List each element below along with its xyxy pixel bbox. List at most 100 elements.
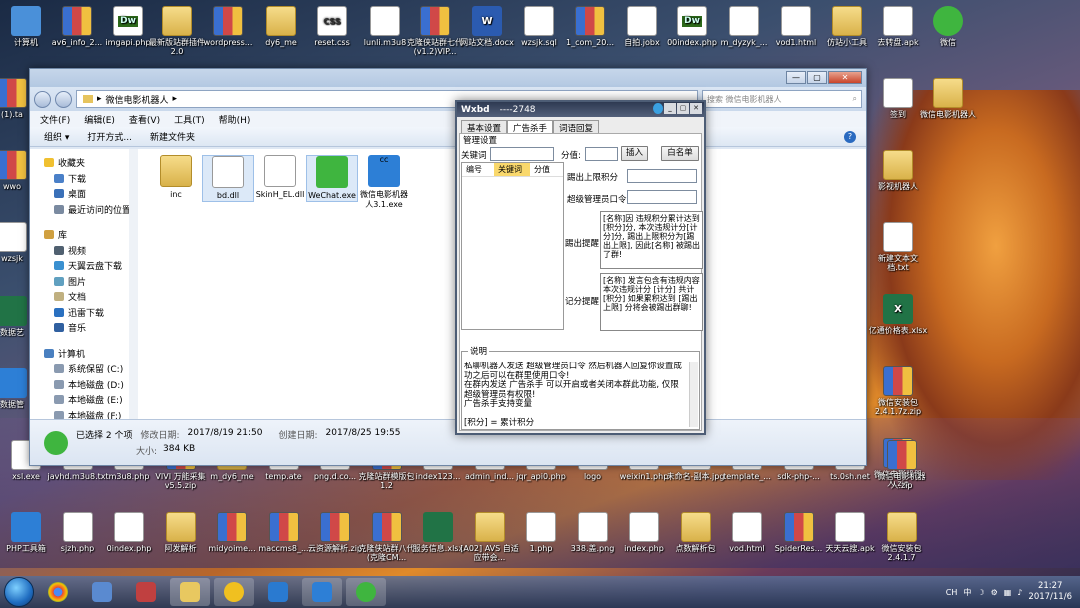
desktop-icon-wechat[interactable]: 微信 bbox=[918, 6, 978, 47]
clock[interactable]: 21:27 2017/11/6 bbox=[1028, 581, 1072, 603]
organize-button[interactable]: 组织 ▾ bbox=[44, 130, 69, 143]
desktop-icon-right[interactable]: X 亿通价格表.xlsx bbox=[868, 294, 928, 335]
close-button[interactable]: ✕ bbox=[828, 71, 862, 84]
keyword-label: 关键词 bbox=[461, 151, 487, 161]
desktop-icon-php[interactable]: Dw 00index.php bbox=[662, 6, 722, 47]
settings-icon[interactable]: ⚙ bbox=[991, 588, 998, 597]
menu-view[interactable]: 查看(V) bbox=[129, 113, 160, 126]
taskbar-app[interactable] bbox=[126, 578, 166, 606]
taskbar-computer[interactable] bbox=[82, 578, 122, 606]
nav-scrollbar[interactable] bbox=[129, 149, 138, 419]
file-item-robot-exe[interactable]: cc 微信电影机器人3.1.exe bbox=[358, 155, 410, 210]
cloud-icon bbox=[54, 261, 64, 271]
nav-item-downloads[interactable]: 下载 bbox=[30, 171, 137, 187]
moon-icon[interactable]: ☽ bbox=[977, 588, 984, 597]
nav-item-videos[interactable]: 视频 bbox=[30, 243, 137, 259]
wxbd-window[interactable]: Wxbd ----2748 _ ▢ ✕ 基本设置 广告杀手 词语回复 管理设置 … bbox=[455, 100, 706, 435]
dll-file-icon bbox=[212, 156, 244, 188]
nav-libraries[interactable]: 库 bbox=[30, 227, 137, 243]
taskbar-qq[interactable] bbox=[214, 578, 254, 606]
chrome-icon bbox=[48, 582, 68, 602]
minimize-button[interactable]: _ bbox=[664, 103, 676, 114]
keyword-input[interactable] bbox=[490, 147, 554, 161]
maximize-button[interactable]: ▢ bbox=[677, 103, 689, 114]
minimize-button[interactable]: — bbox=[786, 71, 806, 84]
back-button[interactable] bbox=[34, 90, 51, 108]
maximize-button[interactable]: ▢ bbox=[807, 71, 827, 84]
menu-file[interactable]: 文件(F) bbox=[40, 113, 70, 126]
nav-item-drive-c[interactable]: 系统保留 (C:) bbox=[30, 361, 137, 377]
nav-item-pictures[interactable]: 图片 bbox=[30, 274, 137, 290]
desktop-icon-zip[interactable]: wordpress... bbox=[198, 6, 258, 47]
nav-item-recent[interactable]: 最近访问的位置 bbox=[30, 202, 137, 218]
kick-limit-input[interactable] bbox=[627, 169, 697, 183]
description-scrollbar[interactable] bbox=[689, 362, 698, 427]
folder-icon bbox=[883, 150, 913, 180]
start-button[interactable] bbox=[4, 577, 34, 607]
nav-favorites[interactable]: 收藏夹 bbox=[30, 155, 137, 171]
desktop-icon[interactable]: 微信安装包2.4.1.7 bbox=[872, 512, 932, 562]
word-icon: W bbox=[472, 6, 502, 36]
file-item-skinh-dll[interactable]: SkinH_EL.dll bbox=[254, 155, 306, 200]
col-keyword[interactable]: 关键词 bbox=[494, 163, 530, 176]
menu-tools[interactable]: 工具(T) bbox=[174, 113, 205, 126]
taskbar-explorer[interactable] bbox=[170, 578, 210, 606]
taskbar-chrome[interactable] bbox=[38, 578, 78, 606]
nav-item-drive-d[interactable]: 本地磁盘 (D:) bbox=[30, 377, 137, 393]
desktop-icon-right[interactable]: 微信安装包2.4.1.7z.zip bbox=[868, 366, 928, 416]
folder-icon bbox=[83, 95, 93, 103]
col-id[interactable]: 编号 bbox=[462, 163, 494, 176]
file-icon bbox=[729, 6, 759, 36]
taskbar-robot[interactable] bbox=[302, 578, 342, 606]
file-item-inc[interactable]: inc bbox=[150, 155, 202, 200]
nav-item-drive-e[interactable]: 本地磁盘 (E:) bbox=[30, 392, 137, 408]
desktop-icon-zip[interactable]: 克隆侠站群七代(v1.2)VIP... bbox=[405, 6, 465, 56]
admin-cmd-input[interactable] bbox=[627, 190, 697, 204]
explorer-window[interactable]: — ▢ ✕ ▸ 微信电影机器人 ▸ 搜索 微信电影机器人 ⌕ 文件(F) 编辑(… bbox=[29, 68, 867, 466]
kick-tip-textarea[interactable]: [名称]因 违规积分累计达到[积分]分, 本次违规计分[计分]分, 踢出上限积分… bbox=[600, 211, 703, 269]
desktop-icon-file[interactable]: m_dyzyk_... bbox=[714, 6, 774, 47]
desktop-icon-zip[interactable]: 1_com_20... bbox=[560, 6, 620, 47]
desktop-icon[interactable]: 微信电影机器人.zip bbox=[872, 440, 932, 490]
pin-button[interactable] bbox=[653, 103, 663, 114]
desktop-icon-docx[interactable]: W 网站文档.docx bbox=[457, 6, 517, 47]
nav-item-desktop[interactable]: 桌面 bbox=[30, 186, 137, 202]
forward-button[interactable] bbox=[55, 90, 72, 108]
nav-item-documents[interactable]: 文档 bbox=[30, 289, 137, 305]
network-icon[interactable]: ▦ bbox=[1004, 588, 1012, 597]
open-with-button[interactable]: 打开方式... bbox=[87, 130, 132, 143]
search-input[interactable]: 搜索 微信电影机器人 ⌕ bbox=[702, 90, 862, 108]
score-tip-textarea[interactable]: [名称] 发言包含有违规内容 本次违规计分 [计分] 共计 [积分] 如果累积达… bbox=[600, 273, 703, 331]
menu-edit[interactable]: 编辑(E) bbox=[84, 113, 115, 126]
close-button[interactable]: ✕ bbox=[690, 103, 702, 114]
col-score[interactable]: 分值 bbox=[530, 163, 554, 176]
menu-help[interactable]: 帮助(H) bbox=[219, 113, 251, 126]
file-item-wechat-exe[interactable]: WeChat.exe bbox=[306, 155, 358, 202]
nav-item-music[interactable]: 音乐 bbox=[30, 320, 137, 336]
nav-computer[interactable]: 计算机 bbox=[30, 346, 137, 362]
explorer-titlebar[interactable]: — ▢ ✕ bbox=[30, 69, 866, 87]
desktop-icon-css[interactable]: CSS reset.css bbox=[302, 6, 362, 47]
archive-icon bbox=[268, 512, 299, 542]
whitelist-button[interactable]: 白名单 bbox=[661, 146, 699, 161]
input-method-icon[interactable]: 中 bbox=[963, 587, 971, 598]
nav-item-xunlei[interactable]: 迅雷下载 bbox=[30, 305, 137, 321]
keyword-table[interactable]: 编号 关键词 分值 bbox=[461, 162, 564, 330]
new-folder-button[interactable]: 新建文件夹 bbox=[150, 130, 195, 143]
picture-icon bbox=[54, 276, 64, 286]
insert-button[interactable]: 插入 bbox=[621, 146, 648, 161]
breadcrumb[interactable]: 微信电影机器人 bbox=[106, 93, 169, 106]
desktop-icon-right[interactable]: 新建文本文档.txt bbox=[868, 222, 928, 272]
nav-item-tianyi[interactable]: 天翼云盘下载 bbox=[30, 258, 137, 274]
help-icon[interactable]: ? bbox=[844, 130, 856, 143]
taskbar-uu[interactable] bbox=[258, 578, 298, 606]
language-indicator[interactable]: CH bbox=[946, 588, 958, 597]
volume-icon[interactable]: ♪ bbox=[1017, 588, 1022, 597]
score-input[interactable] bbox=[585, 147, 618, 161]
desktop-icon-right[interactable]: 影视机器人 bbox=[868, 150, 928, 191]
file-item-bd-dll[interactable]: bd.dll bbox=[202, 155, 254, 202]
taskbar-wechat[interactable] bbox=[346, 578, 386, 606]
wxbd-titlebar[interactable]: Wxbd ----2748 _ ▢ ✕ bbox=[457, 102, 704, 117]
desktop-icon-right[interactable]: 微信电影机器人 bbox=[918, 78, 978, 119]
system-tray: CH 中 ☽ ⚙ ▦ ♪ 21:27 2017/11/6 bbox=[946, 576, 1072, 608]
